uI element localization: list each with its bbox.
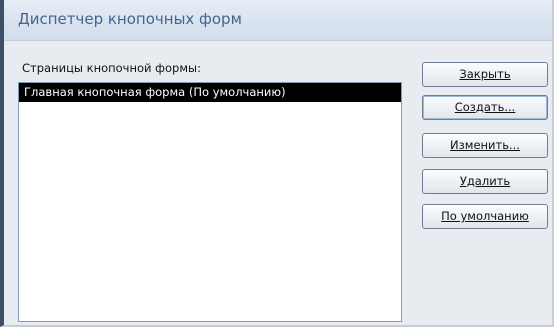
delete-button[interactable]: Удалить <box>422 169 548 194</box>
switchboard-pages-list[interactable]: Главная кнопочная форма (По умолчанию) <box>18 82 402 322</box>
list-item[interactable]: Главная кнопочная форма (По умолчанию) <box>19 83 401 102</box>
edit-button[interactable]: Изменить... <box>422 133 548 158</box>
create-button[interactable]: Создать... <box>422 95 548 120</box>
pages-list-label: Страницы кнопочной формы: <box>22 61 201 75</box>
close-button[interactable]: Закрыть <box>422 62 548 87</box>
title-bar[interactable]: Диспетчер кнопочных форм <box>4 0 552 41</box>
window-title: Диспетчер кнопочных форм <box>18 10 242 28</box>
dialog-body: Страницы кнопочной формы: Главная кнопоч… <box>4 41 552 325</box>
switchboard-manager-dialog: Диспетчер кнопочных форм Страницы кнопоч… <box>0 0 554 327</box>
set-default-button[interactable]: По умолчанию <box>422 204 548 229</box>
